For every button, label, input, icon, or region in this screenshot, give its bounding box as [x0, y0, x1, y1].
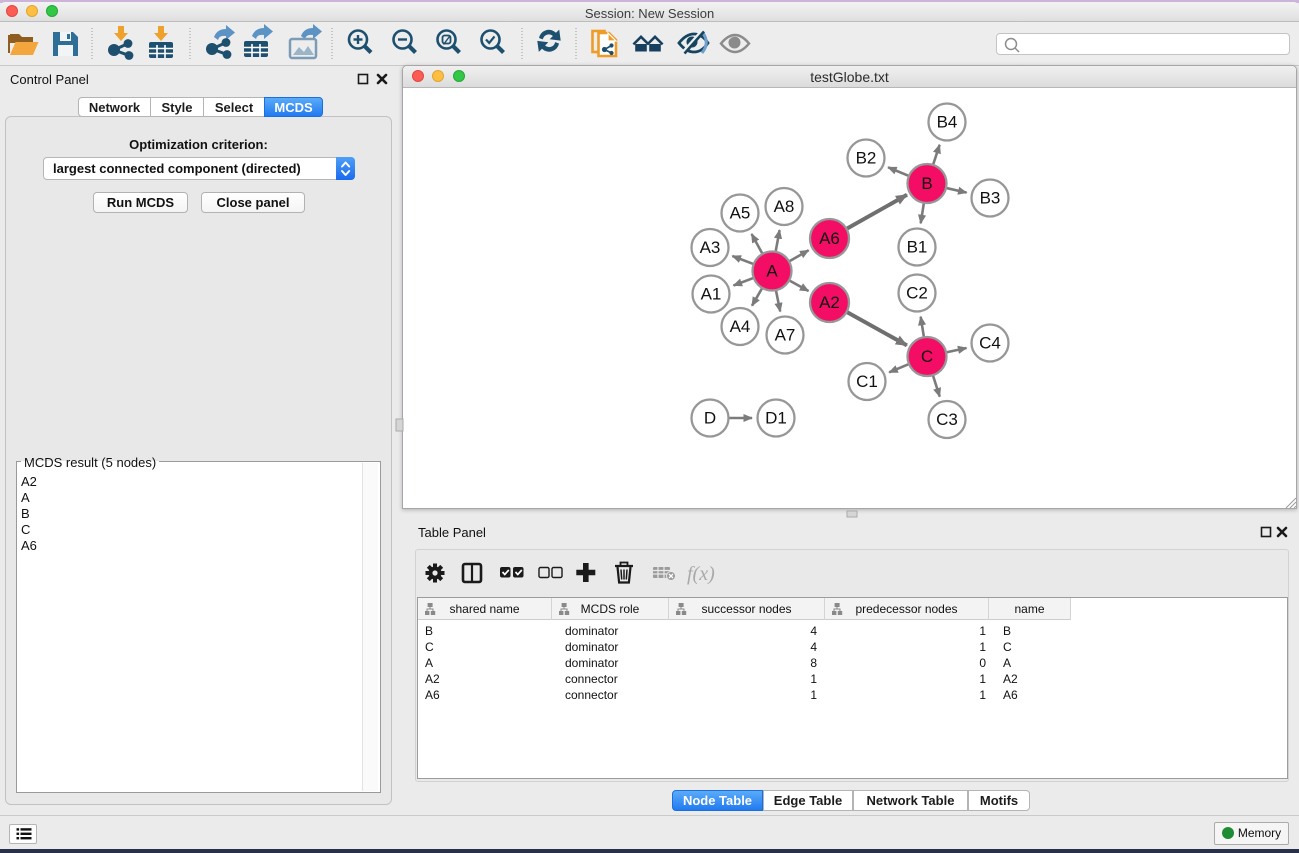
svg-text:A3: A3	[700, 238, 721, 257]
svg-text:C: C	[921, 347, 933, 366]
svg-text:A5: A5	[730, 204, 751, 223]
svg-text:D: D	[704, 409, 716, 428]
svg-text:C1: C1	[856, 372, 878, 391]
svg-text:A7: A7	[775, 326, 796, 345]
svg-text:B2: B2	[856, 149, 877, 168]
svg-text:C2: C2	[906, 284, 928, 303]
svg-text:A1: A1	[701, 285, 722, 304]
svg-text:A: A	[766, 262, 778, 281]
svg-text:D1: D1	[765, 409, 787, 428]
svg-text:f(x): f(x)	[687, 563, 715, 585]
svg-text:B1: B1	[907, 238, 928, 257]
svg-text:B: B	[921, 174, 932, 193]
svg-text:B4: B4	[937, 113, 958, 132]
svg-text:B3: B3	[980, 189, 1001, 208]
svg-text:A4: A4	[730, 317, 751, 336]
svg-text:C3: C3	[936, 410, 958, 429]
svg-text:A8: A8	[774, 197, 795, 216]
svg-text:A2: A2	[819, 293, 840, 312]
svg-text:A6: A6	[819, 229, 840, 248]
svg-text:C4: C4	[979, 334, 1001, 353]
